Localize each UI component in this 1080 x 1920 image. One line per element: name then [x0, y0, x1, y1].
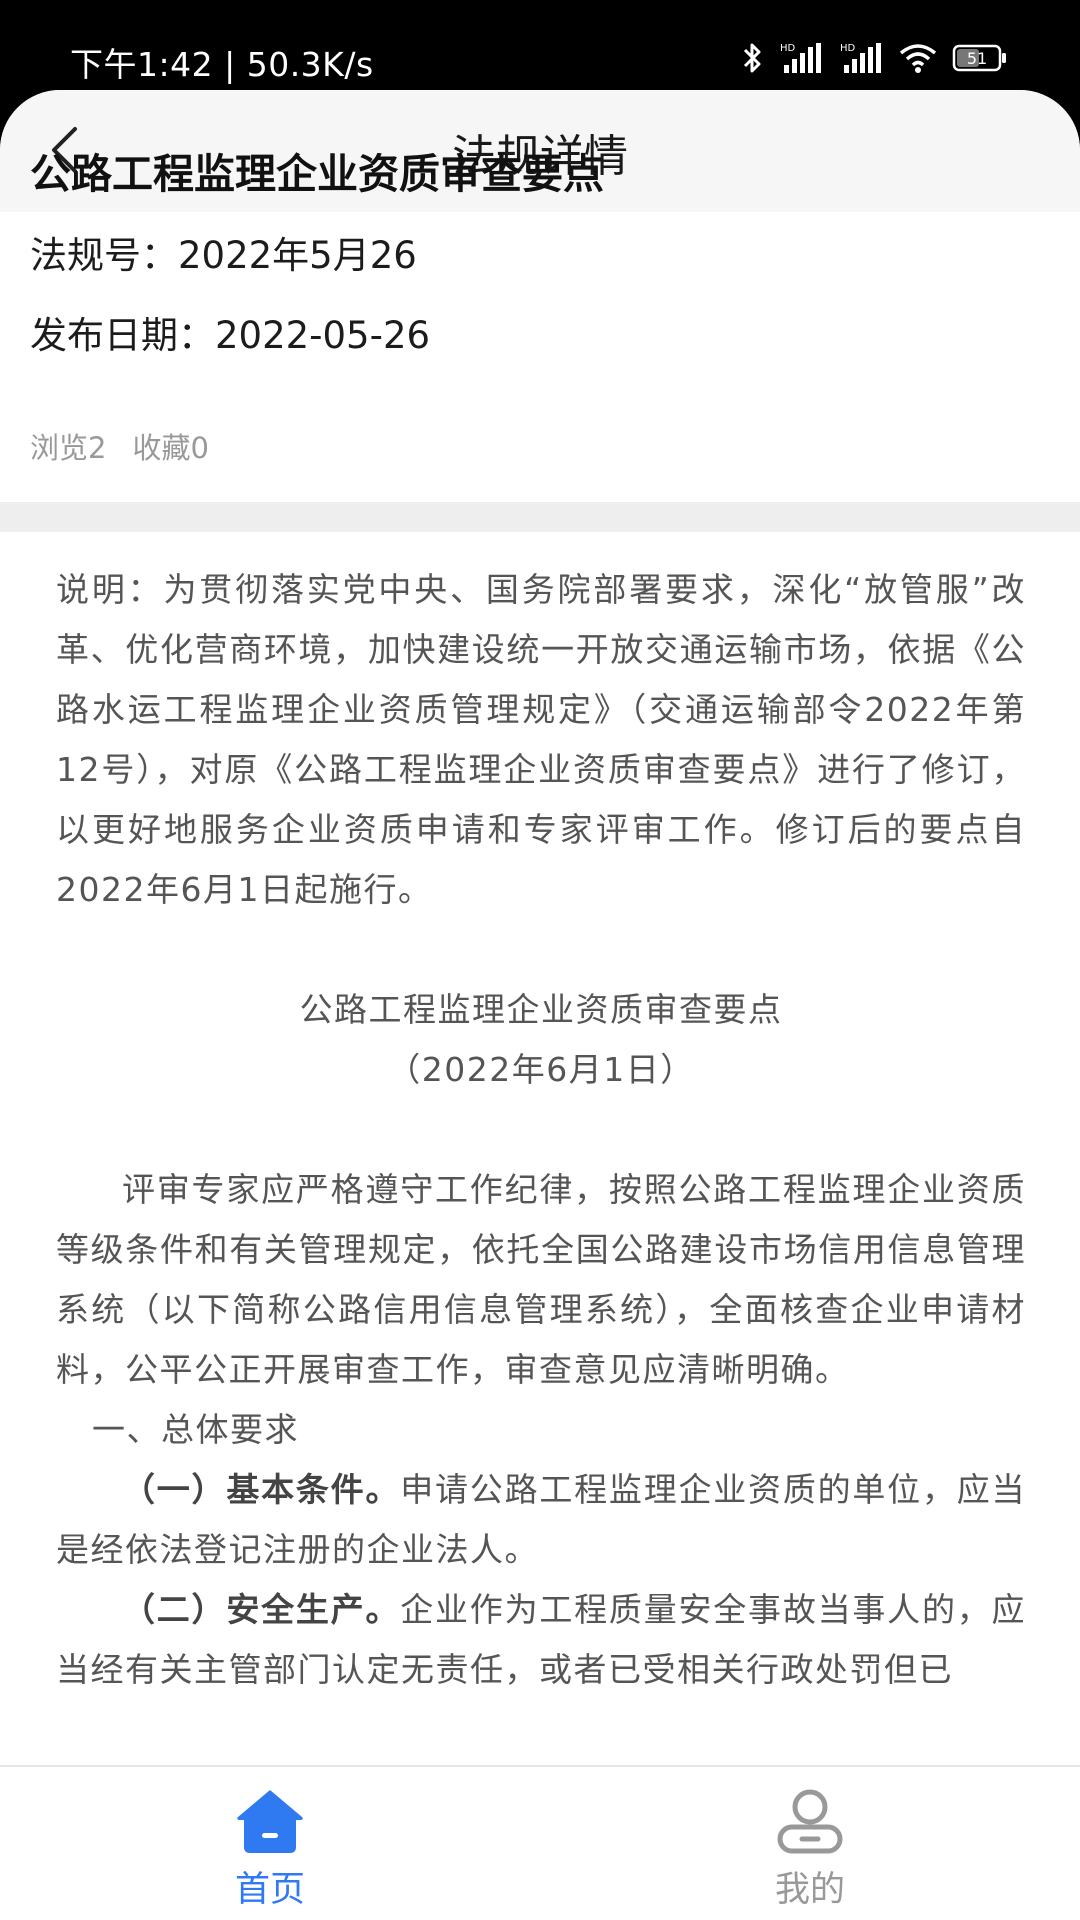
- tab-mine-label: 我的: [774, 1870, 845, 1910]
- view-count: 浏览2: [30, 431, 107, 465]
- content-heading-date: （2022年6月1日）: [387, 1050, 695, 1089]
- hd-signal-icon: HD: [780, 43, 821, 73]
- document-content: 说明：为贯彻落实党中央、国务院部署要求，深化“放管服”改革、优化营商环境，加快建…: [56, 560, 1026, 1755]
- tab-mine[interactable]: 我的: [710, 1785, 910, 1912]
- bottom-tab-bar: 首页 我的: [0, 1765, 1080, 1920]
- section-heading: 一、总体要求: [92, 1410, 299, 1449]
- status-icons: HD HD 51: [742, 38, 1008, 78]
- item-lead: （二）安全生产。: [122, 1590, 401, 1629]
- bluetooth-icon: [743, 43, 761, 73]
- svg-text:HD: HD: [780, 43, 796, 54]
- status-time: 下午1:42 | 50.3K/s: [70, 45, 374, 84]
- battery-icon: 51: [952, 44, 1006, 72]
- home-icon: [237, 1790, 303, 1853]
- wifi-icon: [899, 44, 937, 73]
- document-stats: 浏览2 收藏0: [30, 425, 209, 467]
- document-title: 公路工程监理企业资质审查要点: [30, 150, 604, 198]
- tab-home-label: 首页: [234, 1870, 305, 1910]
- hd-signal-icon: HD: [840, 43, 881, 73]
- regulation-number: 法规号：2022年5月26: [30, 234, 417, 277]
- item-lead: （一）基本条件。: [122, 1470, 401, 1509]
- favorite-count: 收藏0: [132, 431, 209, 465]
- tab-home[interactable]: 首页: [170, 1785, 370, 1912]
- svg-text:HD: HD: [840, 43, 856, 54]
- content-heading: 公路工程监理企业资质审查要点: [299, 990, 783, 1029]
- content-item: （二）安全生产。企业作为工程质量安全事故当事人的，应当经有关主管部门认定无责任，…: [56, 1580, 1026, 1700]
- intro-paragraph: 说明：为贯彻落实党中央、国务院部署要求，深化“放管服”改革、优化营商环境，加快建…: [56, 570, 1026, 909]
- section-divider: [0, 502, 1080, 532]
- publish-date: 发布日期：2022-05-26: [30, 314, 431, 357]
- user-icon: [777, 1789, 843, 1854]
- battery-level: 51: [967, 49, 987, 68]
- content-paragraph: 评审专家应严格遵守工作纪律，按照公路工程监理企业资质等级条件和有关管理规定，依托…: [56, 1170, 1026, 1389]
- content-item: （一）基本条件。申请公路工程监理企业资质的单位，应当是经依法登记注册的企业法人。: [56, 1460, 1026, 1580]
